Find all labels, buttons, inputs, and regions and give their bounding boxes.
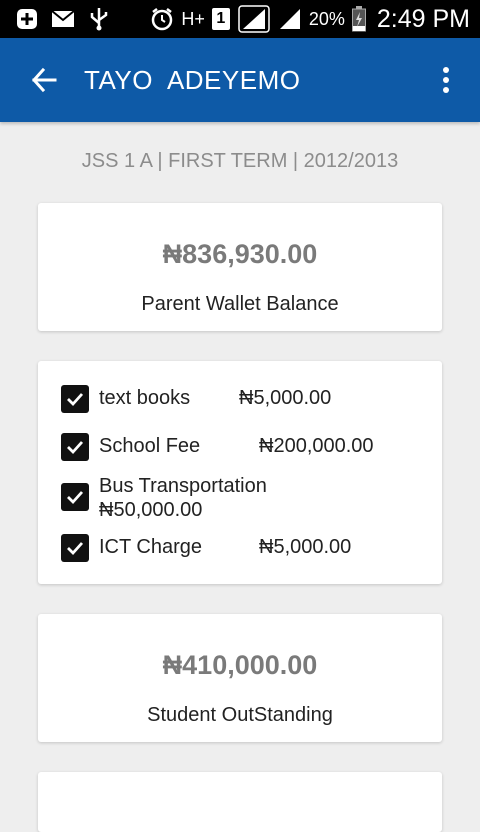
- fee-item-text: School Fee ₦200,000.00: [99, 434, 374, 458]
- fee-item-text: Bus Transportation ₦50,000.00: [99, 474, 267, 522]
- fee-item-price: ₦50,000.00: [99, 499, 203, 521]
- sim-slot-icon: 1: [211, 6, 231, 32]
- more-vert-icon: [443, 67, 449, 93]
- overflow-menu-button[interactable]: [432, 58, 460, 102]
- fee-item-price: ₦5,000.00: [239, 387, 332, 409]
- signal-strength-2-icon: [277, 6, 303, 32]
- fee-item-price: ₦5,000.00: [259, 536, 352, 558]
- fee-item-row[interactable]: ICT Charge ₦5,000.00: [61, 534, 351, 562]
- fee-item-text: ICT Charge ₦5,000.00: [99, 535, 351, 559]
- usb-icon: [86, 6, 112, 32]
- checkbox-checked[interactable]: [61, 433, 89, 461]
- clock: 2:49 PM: [376, 4, 470, 33]
- fee-items-card: text books ₦5,000.00 School Fee ₦200,000.0…: [38, 361, 442, 584]
- check-icon: [67, 542, 84, 556]
- next-card: [38, 772, 442, 832]
- wallet-balance-amount: ₦836,930.00: [162, 239, 318, 269]
- wallet-balance-card: ₦836,930.00 Parent Wallet Balance: [38, 203, 442, 331]
- alarm-icon: [149, 6, 175, 32]
- app-bar: TAYO ADEYEMO: [0, 38, 480, 122]
- checkbox-checked[interactable]: [61, 385, 89, 413]
- add-notification-icon: [14, 6, 40, 32]
- back-button[interactable]: [22, 58, 66, 102]
- checkbox-checked[interactable]: [61, 534, 89, 562]
- fee-item-row[interactable]: School Fee ₦200,000.00: [61, 433, 374, 461]
- fee-item-row[interactable]: text books ₦5,000.00: [61, 385, 331, 413]
- email-icon: [50, 6, 76, 32]
- signal-strength-icon: [237, 5, 271, 33]
- check-icon: [67, 491, 84, 505]
- arrow-back-icon: [31, 67, 57, 93]
- fee-item-name: School Fee: [99, 435, 201, 457]
- fee-item-name: text books: [99, 387, 191, 409]
- status-bar: H+ 1 20% 2:49 PM: [0, 0, 480, 38]
- fee-item-name: ICT Charge: [99, 536, 203, 558]
- fee-item-text: text books ₦5,000.00: [99, 386, 331, 410]
- battery-percentage: 20%: [308, 8, 345, 29]
- check-icon: [67, 393, 84, 407]
- wallet-balance-label: Parent Wallet Balance: [141, 293, 339, 315]
- outstanding-amount: ₦410,000.00: [162, 650, 318, 680]
- checkbox-checked[interactable]: [61, 483, 89, 511]
- outstanding-card: ₦410,000.00 Student OutStanding: [38, 614, 442, 742]
- check-icon: [67, 441, 84, 455]
- class-term-subtitle: JSS 1 A | FIRST TERM | 2012/2013: [81, 150, 399, 172]
- battery-icon: [351, 6, 367, 32]
- fee-item-row[interactable]: Bus Transportation ₦50,000.00: [61, 475, 267, 522]
- page-title: TAYO ADEYEMO: [84, 64, 301, 95]
- outstanding-label: Student OutStanding: [147, 704, 333, 726]
- fee-item-price: ₦200,000.00: [259, 435, 374, 457]
- network-type-label: H+: [181, 8, 205, 29]
- fee-item-name: Bus Transportation: [99, 475, 267, 497]
